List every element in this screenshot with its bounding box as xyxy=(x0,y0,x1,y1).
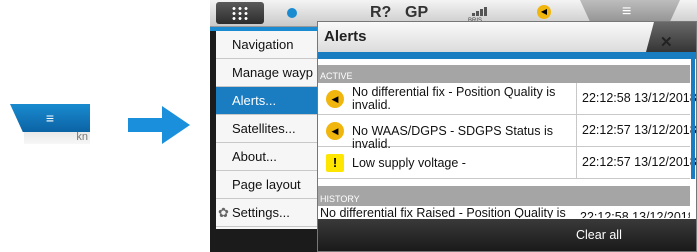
hamburger-icon: ≡ xyxy=(45,110,55,126)
alert-message: No differential fix - Position Quality i… xyxy=(352,85,556,112)
device-screen: R? GP BRIS ◀ ≡ Navigation Manage wayp Al… xyxy=(210,0,697,252)
menu-tab[interactable]: ≡ xyxy=(10,104,90,132)
menu-item-about[interactable]: About... xyxy=(216,143,322,171)
collapsed-menu-button[interactable]: ≡ kn xyxy=(10,104,90,144)
alert-row[interactable]: ! Low supply voltage - 22:12:57 13/12/20… xyxy=(318,147,697,179)
warning-icon: ! xyxy=(326,154,344,172)
alarm-status-icon[interactable]: ◀ xyxy=(537,5,551,19)
grid-icon xyxy=(231,6,249,20)
dialog-titlebar: Alerts ✕ xyxy=(318,22,696,52)
speed-stub: kn xyxy=(24,131,90,144)
history-row[interactable]: No differential fix Raised - Position Qu… xyxy=(318,206,690,218)
scrollbar[interactable] xyxy=(691,59,695,179)
dialog-footer: Clear all xyxy=(318,219,696,251)
title-separator xyxy=(318,52,696,59)
alert-time: 22:12:57 13/12/2018 xyxy=(576,147,697,178)
radar-status: R? xyxy=(370,4,392,21)
menu-item-settings[interactable]: ✿ Settings... xyxy=(216,199,322,227)
alert-row[interactable]: ◀ No WAAS/DGPS - SDGPS Status is invalid… xyxy=(318,115,697,151)
gear-icon: ✿ xyxy=(218,205,229,220)
menu-item-alerts[interactable]: Alerts... xyxy=(216,87,322,115)
section-header-history: HISTORY xyxy=(318,186,690,206)
clear-all-button[interactable]: Clear all xyxy=(576,228,622,242)
history-message: No differential fix Raised - Position Qu… xyxy=(320,206,566,218)
alert-message: Low supply voltage - xyxy=(352,156,466,170)
history-time: 22:12:58 13/12/2018 xyxy=(580,210,690,218)
speed-unit-label: kn xyxy=(76,131,88,143)
alarm-icon: ◀ xyxy=(326,122,344,140)
arrow-right-icon xyxy=(128,106,190,144)
home-grid-button[interactable] xyxy=(216,2,264,24)
gps-status: GP xyxy=(405,4,429,21)
alert-time: 22:12:58 13/12/2018 xyxy=(576,83,697,114)
section-header-active: ACTIVE xyxy=(318,65,690,83)
menu-item-satellites[interactable]: Satellites... xyxy=(216,115,322,143)
signal-icon: BRIS xyxy=(468,6,488,24)
alarm-icon: ◀ xyxy=(326,90,344,108)
alert-time: 22:12:57 13/12/2018 xyxy=(576,115,697,146)
alert-row[interactable]: ◀ No differential fix - Position Quality… xyxy=(318,83,697,115)
hamburger-icon: ≡ xyxy=(622,3,632,20)
dialog-title: Alerts xyxy=(324,28,367,45)
close-button[interactable]: ✕ xyxy=(646,22,696,52)
menu-item-page-layout[interactable]: Page layout xyxy=(216,171,322,199)
main-menu: Navigation Manage wayp Alerts... Satelli… xyxy=(216,31,322,229)
menu-item-manage-waypoints[interactable]: Manage wayp xyxy=(216,59,322,87)
menu-item-navigation[interactable]: Navigation xyxy=(216,31,322,59)
alerts-dialog: Alerts ✕ ACTIVE ◀ No differential fix - … xyxy=(317,21,697,252)
status-dot-icon xyxy=(287,8,297,18)
